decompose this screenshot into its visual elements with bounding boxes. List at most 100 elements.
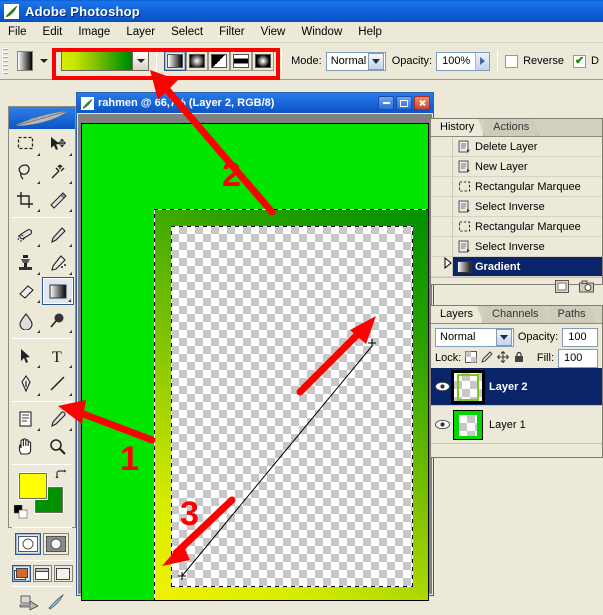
history-source-box[interactable] bbox=[431, 217, 453, 236]
gradient-tool-preset-icon[interactable] bbox=[17, 51, 34, 71]
chevron-down-icon[interactable] bbox=[367, 52, 384, 70]
dither-checkbox-box[interactable]: ✔ bbox=[573, 54, 587, 68]
gradient-preview[interactable] bbox=[61, 51, 134, 71]
history-source-box[interactable] bbox=[431, 237, 453, 256]
path-selection-tool[interactable] bbox=[10, 342, 42, 370]
menu-item-edit[interactable]: Edit bbox=[35, 24, 71, 40]
toolbox-title-bar[interactable] bbox=[9, 107, 75, 129]
lock-transparency-icon[interactable] bbox=[465, 350, 478, 366]
menu-item-layer[interactable]: Layer bbox=[118, 24, 163, 40]
history-state-row[interactable]: New Layer bbox=[431, 157, 602, 177]
menu-item-window[interactable]: Window bbox=[293, 24, 350, 40]
opacity-input[interactable]: 100% bbox=[436, 51, 491, 71]
crop-tool[interactable] bbox=[10, 186, 42, 214]
menu-item-view[interactable]: View bbox=[253, 24, 294, 40]
camera-icon[interactable] bbox=[579, 280, 594, 296]
history-state-row[interactable]: Select Inverse bbox=[431, 237, 602, 257]
layer-row-selected[interactable]: Layer 2 bbox=[431, 368, 602, 406]
lock-position-icon[interactable] bbox=[497, 350, 510, 366]
magic-wand-tool[interactable] bbox=[42, 158, 74, 186]
slice-tool[interactable] bbox=[42, 186, 74, 214]
eye-icon[interactable] bbox=[431, 381, 453, 392]
notes-tool[interactable] bbox=[10, 405, 42, 433]
diamond-gradient-type[interactable] bbox=[252, 51, 275, 71]
history-source-box[interactable] bbox=[431, 177, 453, 196]
dither-checkbox[interactable]: ✔ D bbox=[573, 54, 603, 68]
rectangular-marquee-tool[interactable] bbox=[10, 130, 42, 158]
history-source-box[interactable] bbox=[431, 157, 453, 176]
layer-opacity-input[interactable]: 100 bbox=[562, 327, 598, 347]
tab-paths[interactable]: Paths bbox=[549, 306, 596, 323]
history-state-row[interactable]: Rectangular Marquee bbox=[431, 177, 602, 197]
lock-image-icon[interactable] bbox=[481, 350, 493, 366]
image-canvas[interactable] bbox=[81, 123, 429, 601]
doc-maximize-button[interactable] bbox=[396, 96, 412, 110]
document-title-bar[interactable]: rahmen @ 66,7% (Layer 2, RGB/8) bbox=[77, 93, 433, 113]
foreground-color-swatch[interactable] bbox=[19, 473, 47, 499]
history-source-box[interactable] bbox=[431, 137, 453, 156]
menu-item-image[interactable]: Image bbox=[70, 24, 118, 40]
menu-item-help[interactable]: Help bbox=[350, 24, 390, 40]
lasso-tool[interactable] bbox=[10, 158, 42, 186]
gradient-tool[interactable] bbox=[42, 277, 74, 305]
dodge-tool[interactable] bbox=[42, 307, 74, 335]
reverse-checkbox[interactable]: Reverse bbox=[505, 54, 568, 68]
eye-icon[interactable] bbox=[431, 419, 453, 430]
radial-gradient-type[interactable] bbox=[186, 51, 209, 71]
history-brush-tool[interactable] bbox=[42, 249, 74, 277]
standard-screen-mode-button[interactable] bbox=[11, 565, 31, 582]
history-state-row[interactable]: Rectangular Marquee bbox=[431, 217, 602, 237]
line-tool[interactable] bbox=[42, 370, 74, 398]
reflected-gradient-type[interactable] bbox=[230, 51, 253, 71]
layer-thumbnail[interactable] bbox=[451, 369, 485, 404]
pen-tool[interactable] bbox=[10, 370, 42, 398]
move-tool[interactable] bbox=[42, 130, 74, 158]
history-state-row[interactable]: Select Inverse bbox=[431, 197, 602, 217]
document-canvas-area[interactable] bbox=[78, 114, 432, 601]
imageready-icon[interactable] bbox=[45, 592, 67, 612]
tab-history[interactable]: History bbox=[431, 119, 484, 136]
full-screen-menubar-mode-button[interactable] bbox=[32, 565, 52, 582]
options-bar-grip[interactable] bbox=[2, 48, 9, 74]
reverse-checkbox-box[interactable] bbox=[505, 54, 519, 68]
layer-blend-mode-select[interactable]: Normal bbox=[435, 327, 514, 347]
gradient-picker-button[interactable] bbox=[133, 51, 150, 71]
layer-fill-input[interactable]: 100 bbox=[558, 348, 598, 368]
brush-tool[interactable] bbox=[42, 221, 74, 249]
standard-mode-button[interactable] bbox=[15, 533, 41, 555]
full-screen-mode-button[interactable] bbox=[53, 565, 73, 582]
swap-colors-icon[interactable] bbox=[55, 469, 67, 481]
opacity-slider-button[interactable] bbox=[475, 52, 490, 70]
new-document-icon[interactable] bbox=[555, 279, 569, 296]
tab-actions[interactable]: Actions bbox=[484, 119, 539, 136]
jump-to-imageready-button[interactable] bbox=[17, 592, 43, 612]
layer-thumbnail[interactable] bbox=[453, 409, 483, 440]
healing-brush-tool[interactable] bbox=[10, 221, 42, 249]
eraser-tool[interactable] bbox=[10, 277, 42, 305]
eyedropper-tool[interactable] bbox=[42, 405, 74, 433]
blend-mode-select[interactable]: Normal bbox=[325, 51, 386, 71]
doc-close-button[interactable] bbox=[414, 96, 430, 110]
angle-gradient-type[interactable] bbox=[208, 51, 231, 71]
zoom-tool[interactable] bbox=[42, 433, 74, 461]
default-colors-icon[interactable] bbox=[14, 505, 28, 519]
menu-item-file[interactable]: File bbox=[0, 24, 35, 40]
tab-layers[interactable]: Layers bbox=[431, 306, 483, 323]
type-tool[interactable]: T bbox=[42, 342, 74, 370]
menu-item-select[interactable]: Select bbox=[163, 24, 211, 40]
blur-tool[interactable] bbox=[10, 307, 42, 335]
history-source-box[interactable] bbox=[431, 256, 453, 276]
history-state-row-selected[interactable]: Gradient bbox=[431, 256, 602, 277]
lock-all-icon[interactable] bbox=[513, 351, 525, 366]
layer-row[interactable]: Layer 1 bbox=[431, 406, 602, 444]
doc-minimize-button[interactable] bbox=[378, 96, 394, 110]
clone-stamp-tool[interactable] bbox=[10, 249, 42, 277]
chevron-down-icon[interactable] bbox=[40, 59, 49, 63]
linear-gradient-type[interactable] bbox=[164, 51, 187, 71]
chevron-down-icon[interactable] bbox=[495, 328, 512, 346]
history-source-box[interactable] bbox=[431, 197, 453, 216]
menu-item-filter[interactable]: Filter bbox=[211, 24, 253, 40]
quick-mask-mode-button[interactable] bbox=[43, 533, 69, 555]
history-state-row[interactable]: Delete Layer bbox=[431, 137, 602, 157]
tab-channels[interactable]: Channels bbox=[483, 306, 548, 323]
